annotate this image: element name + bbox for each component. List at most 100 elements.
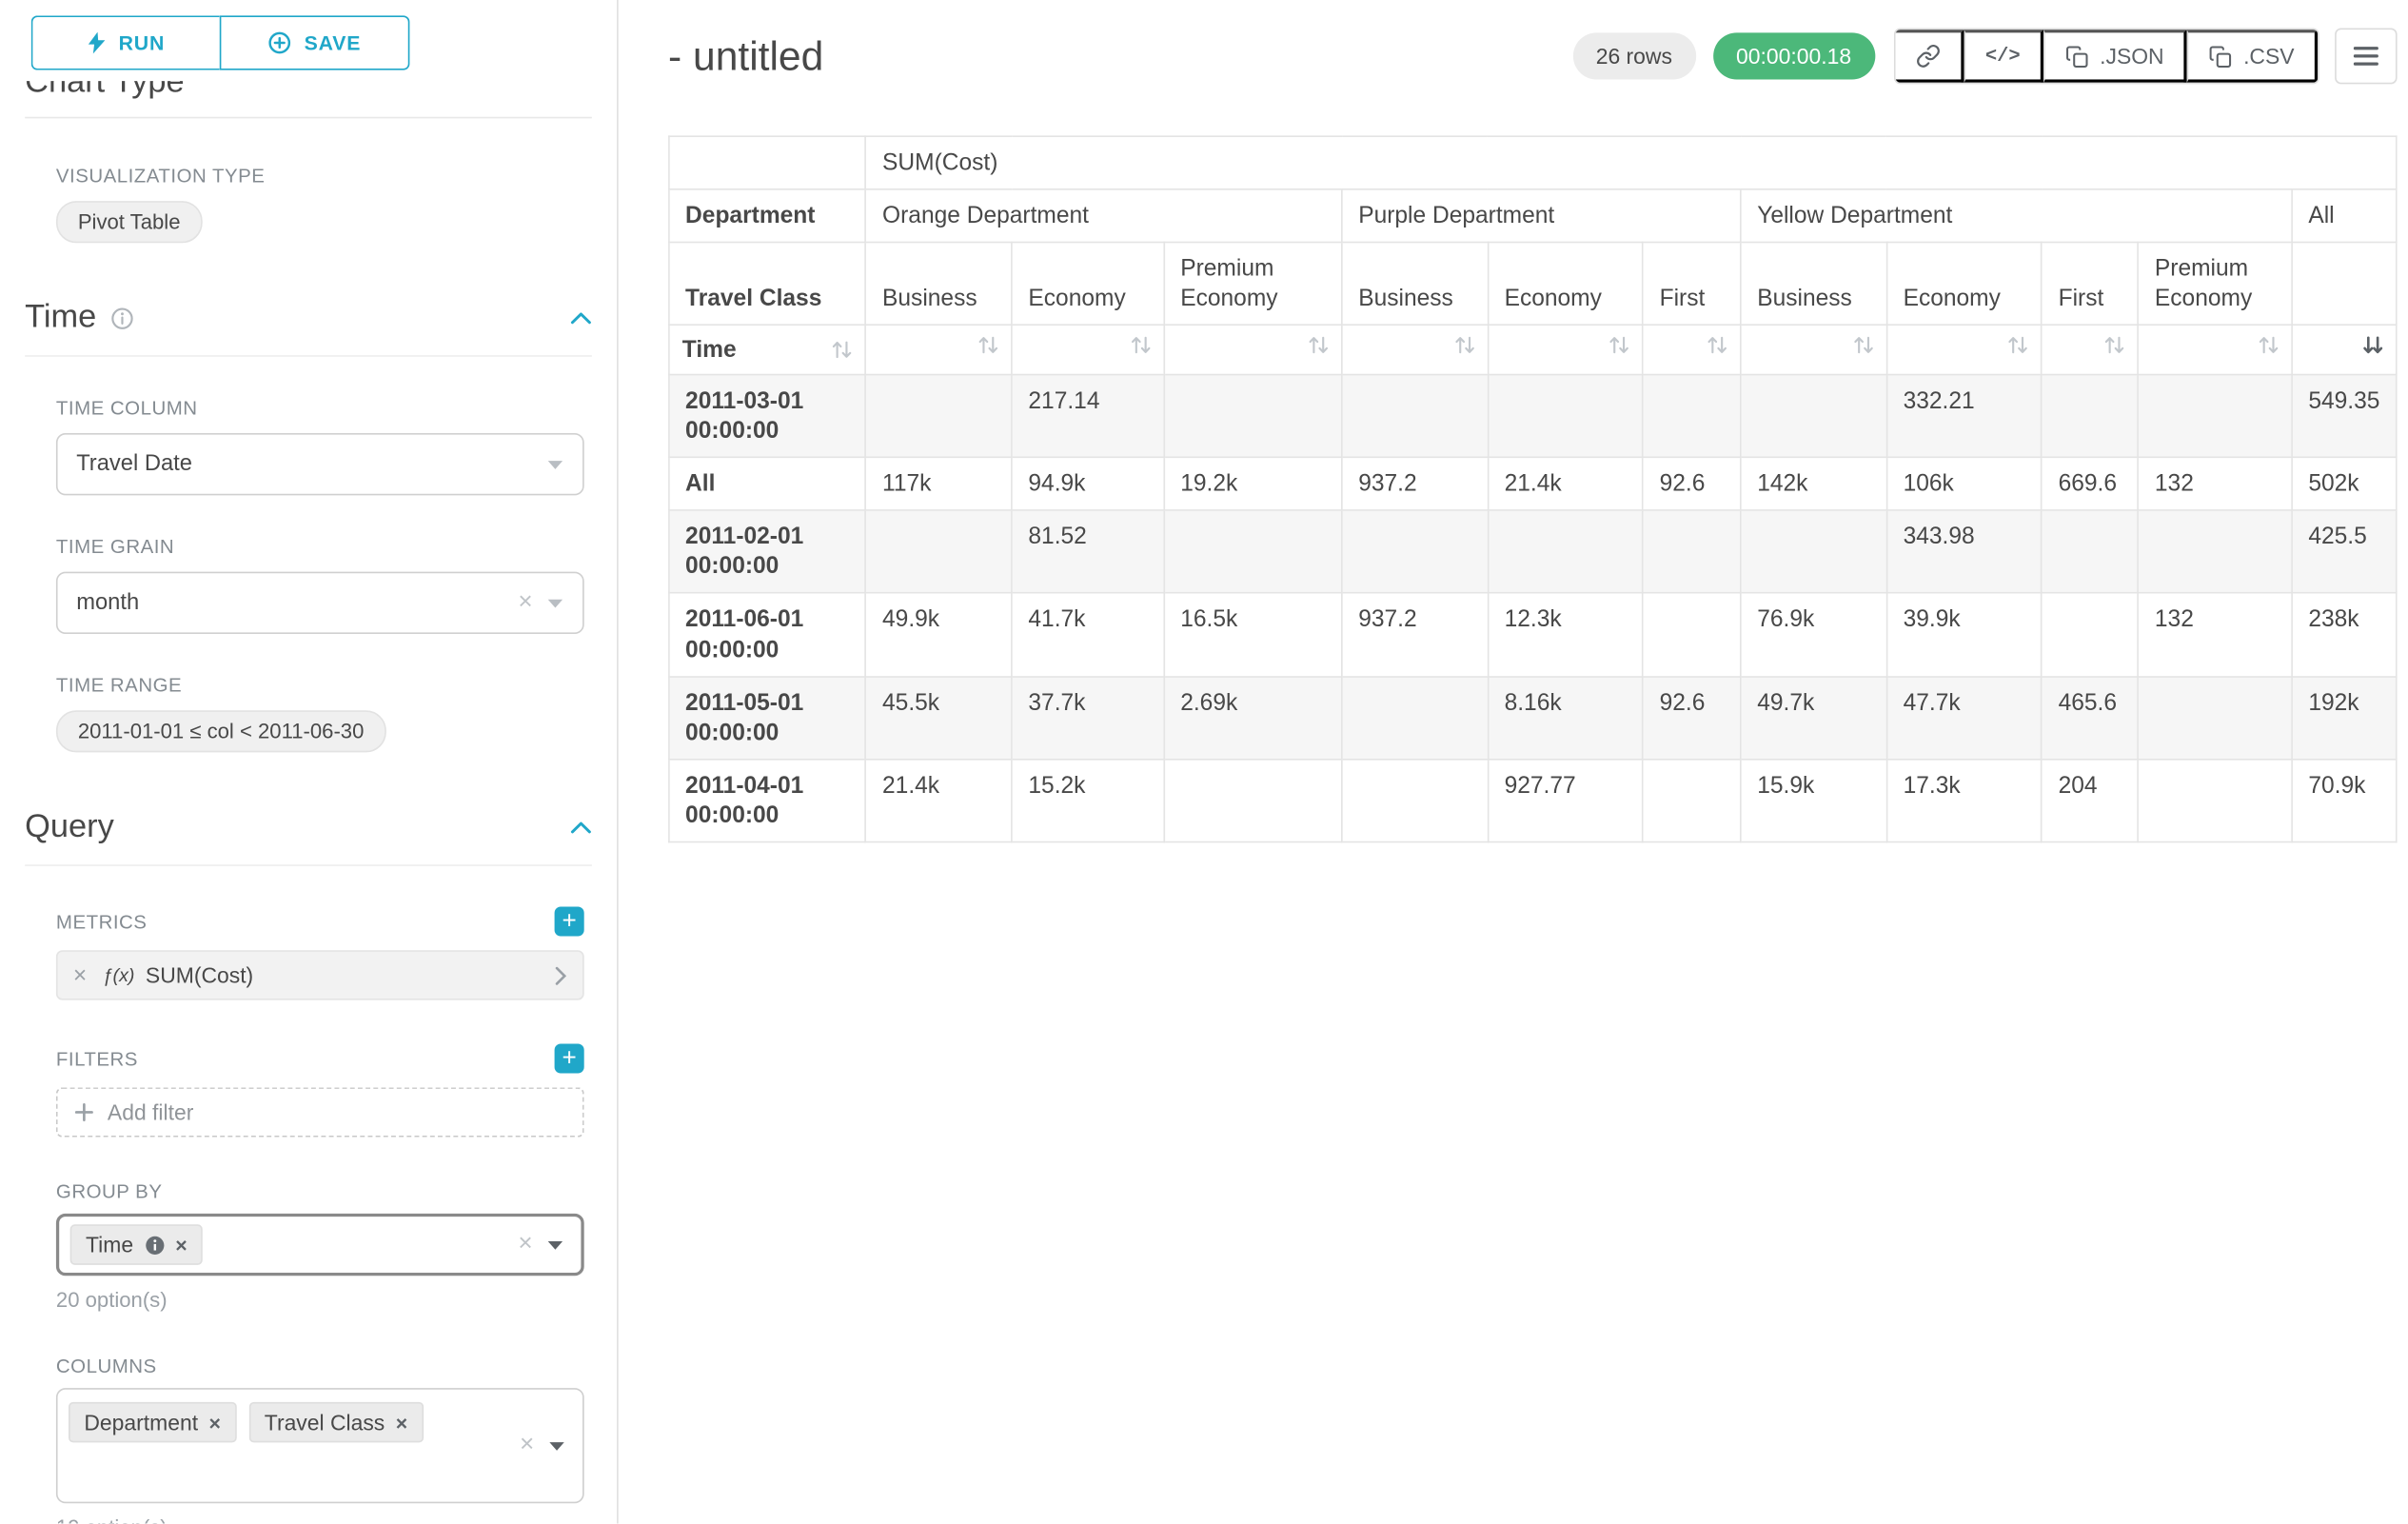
value-cell <box>866 375 1012 458</box>
value-cell: 70.9k <box>2292 759 2397 841</box>
share-link-button[interactable] <box>1895 30 1964 83</box>
caret-down-icon[interactable] <box>546 1239 563 1250</box>
hamburger-icon <box>2354 45 2378 67</box>
sort-cell[interactable] <box>1886 326 2042 375</box>
clear-icon[interactable]: × <box>518 1232 532 1257</box>
chevron-up-icon[interactable] <box>570 821 592 835</box>
pill-label: Department <box>84 1410 198 1435</box>
group-by-label: GROUP BY <box>56 1180 584 1202</box>
sort-arrows-icon[interactable] <box>1454 335 1474 355</box>
value-cell <box>1643 593 1741 676</box>
sort-cell[interactable] <box>1741 326 1886 375</box>
export-json-button[interactable]: .JSON <box>2043 30 2187 83</box>
time-range-pill[interactable]: 2011-01-01 ≤ col < 2011-06-30 <box>56 710 385 752</box>
pivot-table: SUM(Cost)DepartmentOrange DepartmentPurp… <box>668 135 2398 842</box>
sort-cell[interactable] <box>1643 326 1741 375</box>
chart-title[interactable]: - untitled <box>668 32 823 81</box>
row-header-label: Travel Class <box>669 243 866 326</box>
clear-icon[interactable]: × <box>518 590 532 615</box>
column-group-header: All <box>2292 189 2397 243</box>
value-cell: 37.7k <box>1012 676 1164 759</box>
visualization-type-label: VISUALIZATION TYPE <box>56 165 584 187</box>
sort-arrows-icon[interactable] <box>833 340 853 360</box>
columns-control: COLUMNS Department×Travel Class× × 19 op… <box>56 1356 584 1524</box>
group-by-select[interactable]: Time× × <box>56 1214 584 1276</box>
value-cell <box>2042 593 2138 676</box>
value-cell <box>2042 511 2138 594</box>
table-row: 2011-04-01 00:00:0021.4k15.2k927.7715.9k… <box>669 759 2397 841</box>
sort-arrows-icon[interactable] <box>978 335 998 355</box>
value-cell: 41.7k <box>1012 593 1164 676</box>
metrics-label: METRICS <box>56 911 148 933</box>
row-label: 2011-06-01 00:00:00 <box>669 593 866 676</box>
value-cell: 192k <box>2292 676 2397 759</box>
time-column-select[interactable]: Travel Date <box>56 433 584 495</box>
sort-arrows-icon[interactable] <box>1609 335 1629 355</box>
save-button[interactable]: SAVE <box>220 15 410 69</box>
sort-cell[interactable] <box>866 326 1012 375</box>
value-cell <box>1342 511 1488 594</box>
add-filter-plus-button[interactable]: + <box>555 1043 584 1073</box>
copy-file-icon <box>2065 45 2089 69</box>
sort-cell[interactable] <box>2139 326 2292 375</box>
metric-item[interactable]: × ƒ(x) SUM(Cost) <box>56 950 584 1000</box>
explore-page: RUN SAVE Chart Type VISUALIZATION TYPE P… <box>0 0 2408 1523</box>
remove-icon[interactable]: × <box>175 1233 187 1257</box>
sort-cell[interactable] <box>1342 326 1488 375</box>
chevron-right-icon[interactable] <box>555 965 567 985</box>
value-cell: 15.9k <box>1741 759 1886 841</box>
sort-cell[interactable] <box>1164 326 1342 375</box>
add-metric-button[interactable]: + <box>555 906 584 936</box>
sort-cell[interactable] <box>1012 326 1164 375</box>
query-section-title: Query <box>25 808 114 845</box>
value-cell <box>1164 759 1342 841</box>
columns-select[interactable]: Department × Travel Class × × <box>56 1388 584 1503</box>
more-options-button[interactable] <box>2335 28 2397 84</box>
add-filter-dropzone[interactable]: Add filter <box>56 1087 584 1137</box>
value-cell: 937.2 <box>1342 458 1488 511</box>
value-cell <box>866 511 1012 594</box>
pill-label: Travel Class <box>265 1410 385 1435</box>
time-column-value: Travel Date <box>76 452 192 477</box>
sort-arrows-icon[interactable] <box>1853 335 1873 355</box>
sort-arrows-icon[interactable] <box>2259 335 2279 355</box>
embed-code-button[interactable]: </> <box>1964 30 2043 83</box>
value-cell: 49.7k <box>1741 676 1886 759</box>
sort-cell[interactable] <box>1488 326 1643 375</box>
sort-desc-icon[interactable] <box>2363 335 2383 355</box>
time-grain-select[interactable]: month × <box>56 572 584 634</box>
sort-cell[interactable] <box>2292 326 2397 375</box>
code-icon: </> <box>1985 45 2021 67</box>
link-icon <box>1915 44 1940 69</box>
sort-arrows-icon[interactable] <box>2008 335 2028 355</box>
remove-metric-icon[interactable]: × <box>73 962 87 989</box>
run-button[interactable]: RUN <box>31 15 220 69</box>
value-cell: 204 <box>2042 759 2138 841</box>
value-cell <box>1643 759 1741 841</box>
remove-icon[interactable]: × <box>209 1411 221 1435</box>
chevron-up-icon[interactable] <box>570 310 592 325</box>
visualization-type-pill[interactable]: Pivot Table <box>56 201 202 243</box>
selected-option-pill[interactable]: Travel Class × <box>248 1402 423 1443</box>
sort-cell[interactable] <box>2042 326 2138 375</box>
value-cell: 132 <box>2139 458 2292 511</box>
caret-down-icon[interactable] <box>548 1440 565 1451</box>
sort-arrows-icon[interactable] <box>1309 335 1329 355</box>
sort-arrows-icon[interactable] <box>1707 335 1727 355</box>
value-cell: 92.6 <box>1643 676 1741 759</box>
sort-arrows-icon[interactable] <box>1131 335 1151 355</box>
export-csv-button[interactable]: .CSV <box>2187 30 2318 83</box>
row-label: 2011-02-01 00:00:00 <box>669 511 866 594</box>
value-cell <box>2139 375 2292 458</box>
time-grain-value: month <box>76 590 139 615</box>
value-cell: 2.69k <box>1164 676 1342 759</box>
time-sort-cell[interactable]: Time <box>669 326 866 375</box>
export-json-label: .JSON <box>2100 44 2163 69</box>
remove-icon[interactable]: × <box>396 1411 407 1435</box>
clear-icon[interactable]: × <box>520 1434 534 1458</box>
selected-option-pill[interactable]: Department × <box>69 1402 236 1443</box>
value-cell <box>1488 375 1643 458</box>
selected-option-pill[interactable]: Time× <box>70 1224 203 1265</box>
chart-panel: - untitled 26 rows 00:00:00.18 </> .JSON… <box>619 0 2408 1523</box>
sort-arrows-icon[interactable] <box>2105 335 2125 355</box>
